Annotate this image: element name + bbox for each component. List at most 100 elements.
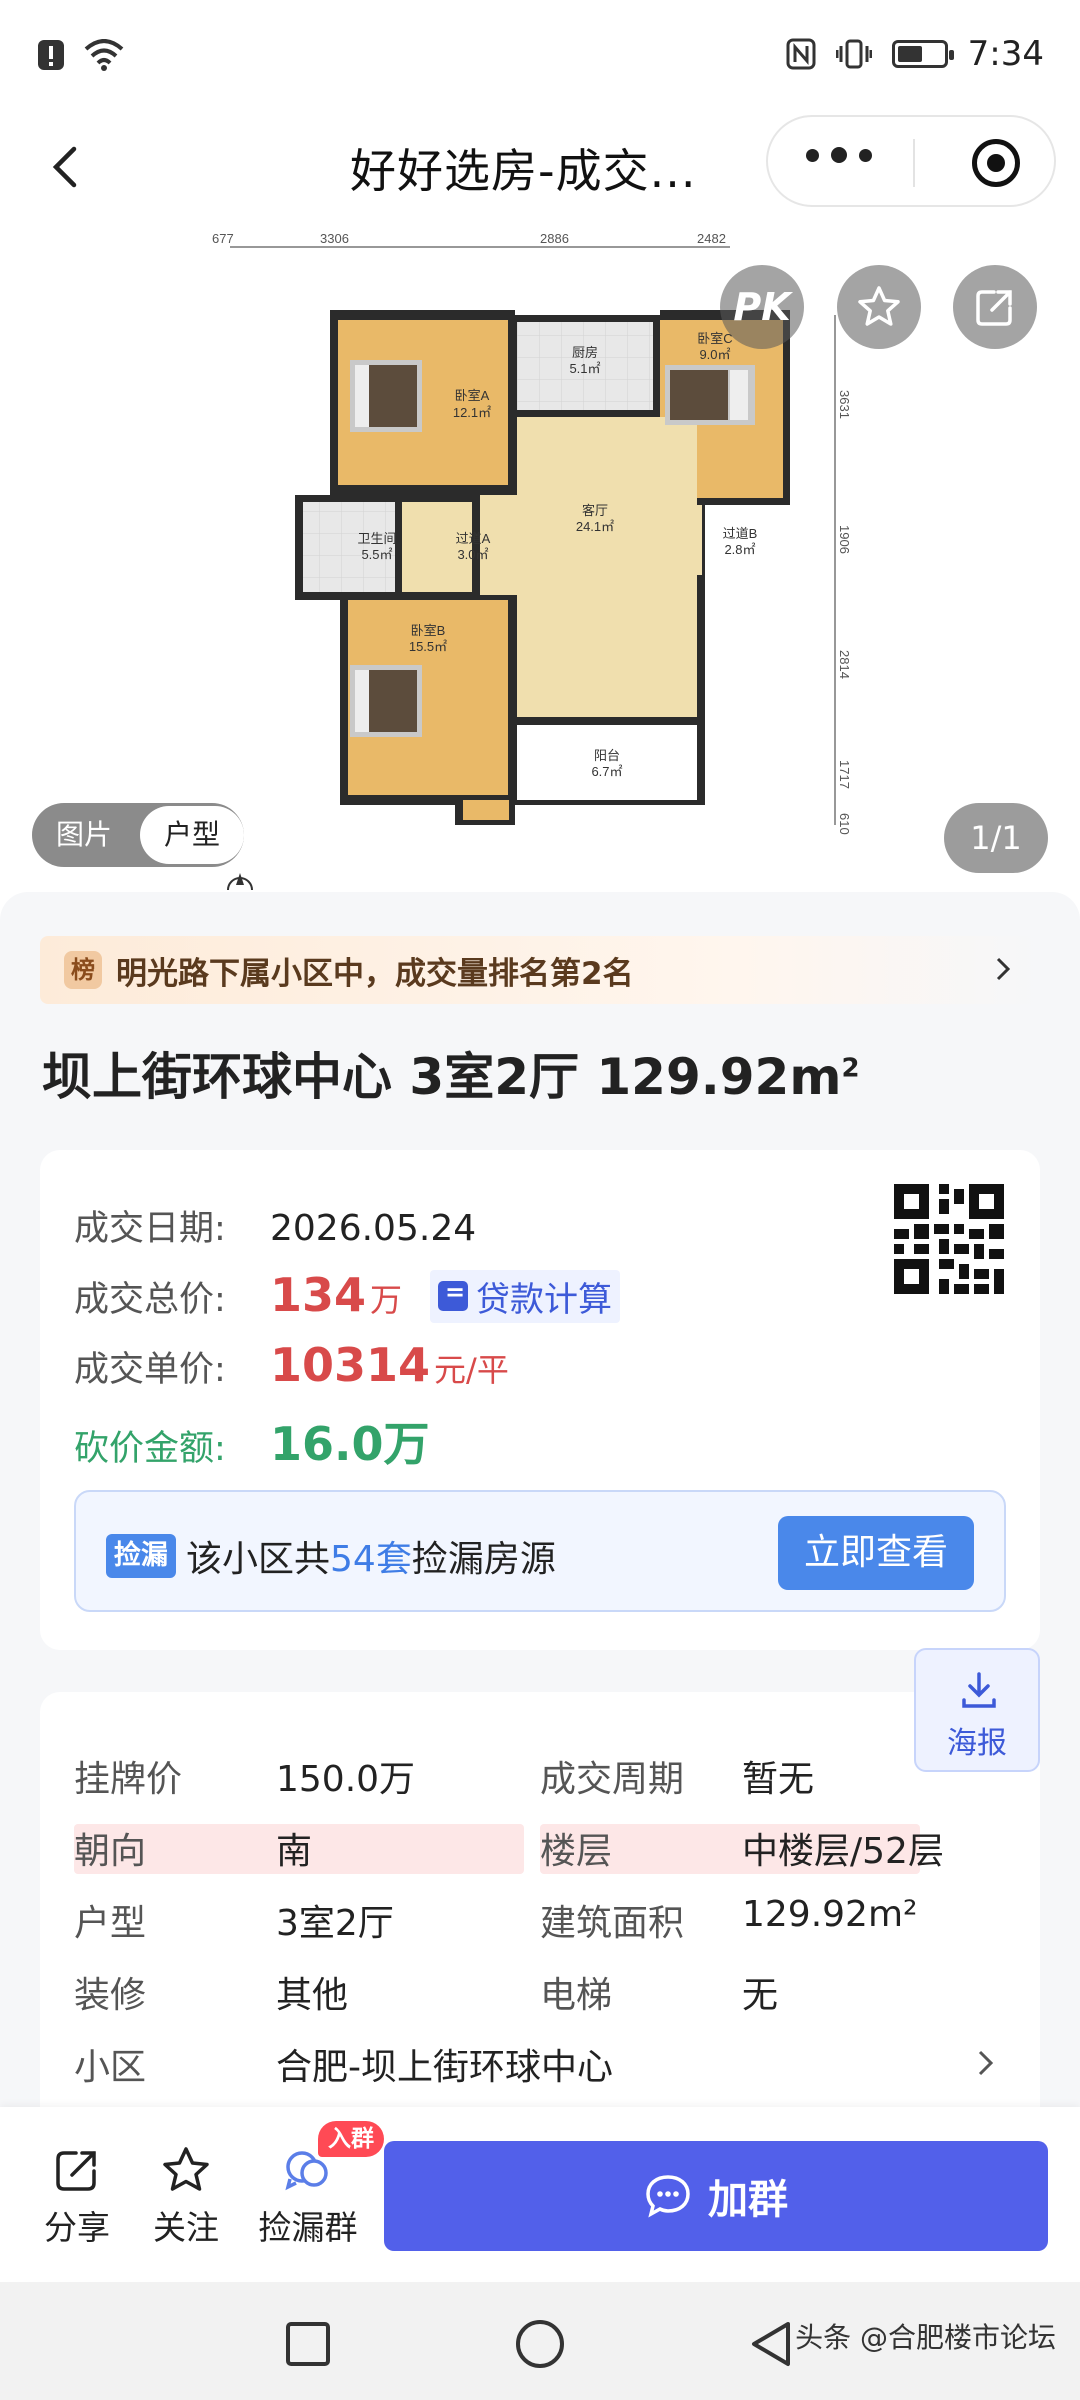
download-icon xyxy=(962,1672,996,1708)
dim-top-3: 2886 xyxy=(540,231,569,246)
community-value: 合肥-坝上街环球中心 xyxy=(276,2047,613,2088)
dim-right-5: 610 xyxy=(837,813,850,835)
rank-tag-icon: 榜 xyxy=(64,951,102,989)
price-cut-label: 砍价金额: xyxy=(74,1429,226,1469)
home-circle-icon[interactable] xyxy=(514,2318,566,2370)
share-action[interactable]: 分享 xyxy=(32,2145,122,2249)
detail-label: 电梯 xyxy=(540,1975,613,2016)
qr-code-icon[interactable] xyxy=(894,1184,1004,1294)
ranking-text: 明光路下属小区中，成交量排名第2名 xyxy=(116,955,634,992)
bargain-text: 该小区共54套捡漏房源 xyxy=(186,1530,556,1582)
share-export-button[interactable] xyxy=(953,265,1037,349)
room-label: 卧室C xyxy=(697,331,732,346)
dim-right-1: 3631 xyxy=(837,390,850,419)
dim-top-1: 677 xyxy=(212,231,234,246)
join-group-label: 加群 xyxy=(708,2177,788,2223)
tab-floor-plan[interactable]: 户型 xyxy=(140,806,244,864)
detail-label: 装修 xyxy=(74,1975,147,2016)
room-area: 5.1㎡ xyxy=(569,361,600,376)
join-group-button[interactable]: 加群 xyxy=(384,2141,1048,2251)
bottom-action-bar: 分享 关注 捡漏群 入群 加群 xyxy=(0,2107,1080,2282)
status-time: 7:34 xyxy=(967,34,1044,74)
nfc-icon xyxy=(786,38,816,70)
share-export-icon xyxy=(976,290,1012,326)
detail-label: 楼层 xyxy=(540,1831,613,1872)
unit-price-unit: 元/平 xyxy=(434,1351,509,1389)
vibrate-icon xyxy=(835,39,872,69)
source-watermark: 头条 @合肥楼市论坛 xyxy=(795,2321,1056,2354)
more-menu-icon[interactable] xyxy=(806,147,872,163)
community-row[interactable]: 小区 合肥-坝上街环球中心 xyxy=(40,2032,1040,2092)
calculator-icon xyxy=(438,1278,469,1311)
back-triangle-icon[interactable] xyxy=(746,2318,796,2370)
bed-a xyxy=(350,360,422,432)
deal-total-unit: 万 xyxy=(370,1281,403,1319)
wifi-icon xyxy=(84,39,124,71)
close-miniapp-icon[interactable] xyxy=(972,139,1020,187)
room-area: 6.7㎡ xyxy=(591,764,622,779)
dim-right-3: 2814 xyxy=(837,650,850,679)
detail-label: 挂牌价 xyxy=(74,1759,183,1800)
back-arrow-icon[interactable] xyxy=(40,137,100,197)
favorite-star-button[interactable] xyxy=(837,265,921,349)
title-bar: 好好选房-成交... xyxy=(0,115,1080,225)
detail-value: 暂无 xyxy=(742,1759,815,1800)
tab-photos[interactable]: 图片 xyxy=(32,806,136,864)
detail-value: 南 xyxy=(276,1831,313,1872)
chevron-right-icon xyxy=(996,957,1011,981)
detail-row: 户型 3室2厅 建筑面积 129.92m² xyxy=(40,1888,1040,1948)
ranking-banner[interactable]: 榜 明光路下属小区中，成交量排名第2名 xyxy=(40,936,1040,1004)
share-icon xyxy=(56,2151,96,2191)
deal-date-value: 2026.05.24 xyxy=(270,1208,477,1249)
dim-right-2: 1906 xyxy=(837,525,850,554)
detail-value: 中楼层/52层 xyxy=(742,1831,944,1872)
room-label: 卧室B xyxy=(411,623,446,638)
unit-price-value: 10314 xyxy=(270,1338,431,1392)
room-label: 客厅 xyxy=(582,503,608,518)
system-nav-bar: 头条 @合肥楼市论坛 xyxy=(0,2282,1080,2400)
bargain-tag: 捡漏 xyxy=(106,1534,176,1578)
deal-summary-card: 成交日期: 2026.05.24 成交总价: 134 万 贷款计算 成交单价: … xyxy=(40,1150,1040,1650)
detail-label: 成交周期 xyxy=(540,1759,685,1800)
detail-value: 150.0万 xyxy=(276,1759,416,1800)
detail-value: 3室2厅 xyxy=(276,1903,394,1944)
recents-square-icon[interactable] xyxy=(284,2320,332,2368)
price-cut-row: 砍价金额: 16.0万 xyxy=(74,1408,430,1474)
dim-top-4: 2482 xyxy=(697,231,726,246)
unit-price-label: 成交单价: xyxy=(74,1350,226,1390)
bargain-text-post: 捡漏房源 xyxy=(411,1539,556,1580)
bargain-listings-banner: 捡漏 该小区共54套捡漏房源 立即查看 xyxy=(74,1490,1006,1612)
status-bar: 7:34 xyxy=(0,0,1080,115)
room-label: 过道B xyxy=(723,526,758,541)
room-area: 3.0㎡ xyxy=(457,547,488,562)
view-bargains-button[interactable]: 立即查看 xyxy=(778,1516,974,1590)
poster-button[interactable]: 海报 xyxy=(914,1648,1040,1772)
room-area: 15.5㎡ xyxy=(409,639,447,654)
deal-unit-price-row: 成交单价: 10314 元/平 xyxy=(74,1338,509,1392)
share-label: 分享 xyxy=(44,2208,110,2247)
page-title: 好好选房-成交... xyxy=(350,144,697,198)
room-area: 2.8㎡ xyxy=(724,542,755,557)
detail-value: 无 xyxy=(742,1975,779,2016)
room-label: 过道A xyxy=(456,531,491,546)
battery-icon xyxy=(891,40,954,68)
detail-label: 户型 xyxy=(74,1903,147,1944)
floor-plan-gallery[interactable]: 677 3306 2886 2482 3659 2086 4136 857 36… xyxy=(0,225,1080,890)
deal-total-label: 成交总价: xyxy=(74,1280,226,1320)
headline-sup: 2 xyxy=(841,1053,860,1084)
bargain-count: 54套 xyxy=(330,1539,412,1580)
pk-compare-button[interactable]: PK xyxy=(720,265,804,349)
room-label: 厨房 xyxy=(572,345,598,360)
bargain-group-label: 捡漏群 xyxy=(258,2208,358,2247)
deal-date-row: 成交日期: 2026.05.24 xyxy=(74,1200,476,1251)
bed-c xyxy=(665,365,755,425)
loan-calculator-button[interactable]: 贷款计算 xyxy=(430,1269,621,1323)
price-cut-value: 16.0万 xyxy=(270,1417,430,1471)
deal-total-row: 成交总价: 134 万 贷款计算 xyxy=(74,1268,621,1323)
bargain-group-action[interactable]: 捡漏群 xyxy=(248,2145,368,2249)
follow-label: 关注 xyxy=(153,2208,219,2247)
community-label: 小区 xyxy=(74,2047,147,2088)
alert-icon xyxy=(38,40,64,70)
follow-action[interactable]: 关注 xyxy=(141,2145,231,2249)
chevron-right-icon xyxy=(978,2050,994,2076)
